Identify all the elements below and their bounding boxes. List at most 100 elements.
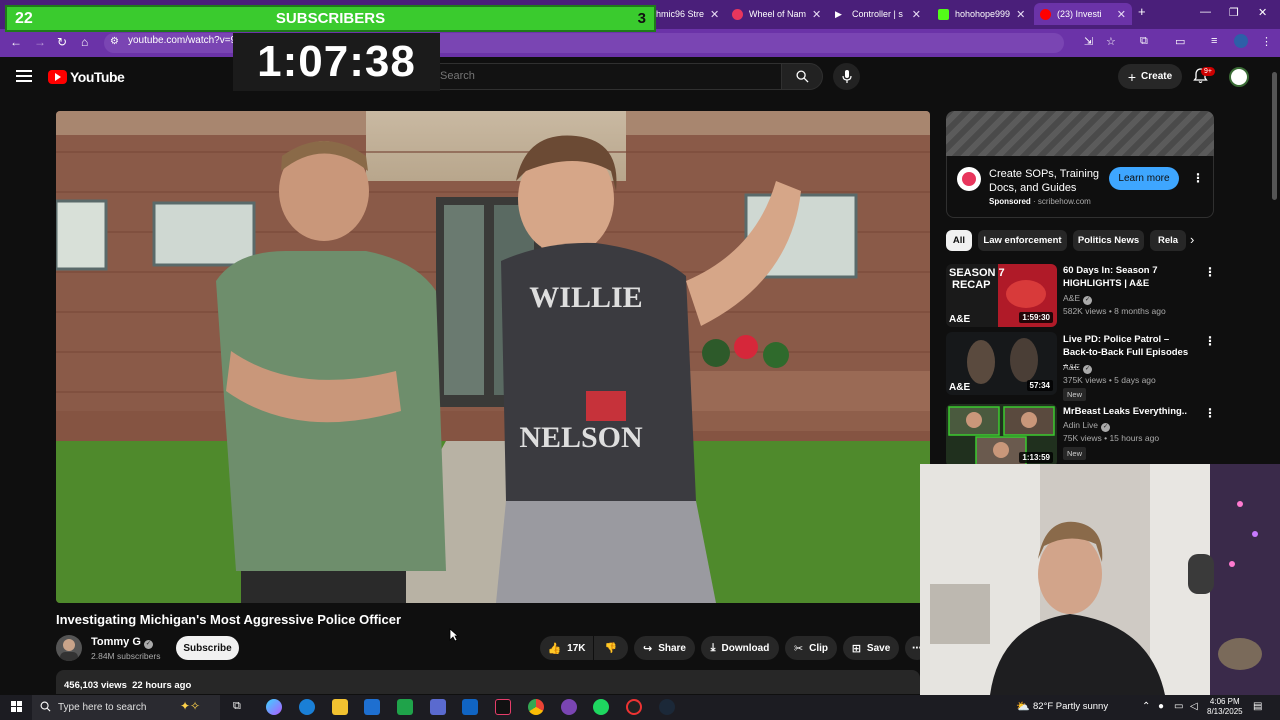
stream-timer: 1:07:38 [233, 33, 440, 91]
volume-icon[interactable]: ◁ [1190, 701, 1198, 712]
rec-menu-icon[interactable]: ⋮ [1204, 265, 1216, 279]
profile-avatar[interactable] [1234, 34, 1248, 48]
ad-title[interactable]: Create SOPs, Training Docs, and Guides [989, 167, 1109, 195]
search-button[interactable] [781, 63, 823, 90]
download-button[interactable]: ⤓ Download [701, 636, 779, 660]
ad-domain: scribehow.com [1037, 197, 1091, 206]
chip-law-enforcement[interactable]: Law enforcement [978, 230, 1067, 251]
minimize-icon[interactable]: — [1200, 6, 1211, 18]
site-info-icon[interactable]: ⚙ [110, 36, 119, 47]
youtube-icon [1040, 8, 1051, 20]
microphone-icon [841, 69, 852, 83]
tiktok-icon[interactable] [495, 699, 511, 715]
install-app-icon[interactable]: ⇲ [1084, 35, 1093, 48]
taskbar-clock[interactable]: 4:06 PM 8/13/2025 [1207, 697, 1243, 717]
clip-button[interactable]: ✂ Clip [785, 636, 837, 660]
extensions-icon[interactable]: ⧉ [1140, 35, 1148, 48]
rec-thumbnail-3[interactable]: 1:13:59 [946, 404, 1057, 467]
rec-channel-2[interactable]: A&E ✓ [1063, 362, 1093, 374]
voice-search-button[interactable] [833, 63, 860, 90]
tray-chevron-icon[interactable]: ⌃ [1142, 701, 1150, 712]
app-icon-purple[interactable] [561, 699, 577, 715]
home-icon[interactable]: ⌂ [81, 35, 88, 49]
bookmark-star-icon[interactable]: ☆ [1106, 35, 1116, 48]
window-close-icon[interactable]: ✕ [1258, 6, 1267, 19]
learn-more-button[interactable]: Learn more [1109, 167, 1179, 190]
channel-avatar[interactable] [56, 635, 82, 661]
store-icon[interactable] [364, 699, 380, 715]
dislike-button[interactable]: 👎 [594, 636, 628, 660]
tab-stream[interactable]: hmic96 Stre ✕ [650, 3, 722, 25]
spotify-icon[interactable] [593, 699, 609, 715]
verified-icon: ✓ [1083, 365, 1093, 374]
tab-kick[interactable]: hohohope999 ✕ [932, 3, 1030, 25]
tray-mic-icon[interactable]: ● [1158, 701, 1164, 712]
url-text[interactable]: youtube.com/watch?v=9( [128, 35, 239, 46]
steam-icon[interactable] [659, 699, 675, 715]
subscribe-button[interactable]: Subscribe [176, 636, 239, 660]
hamburger-menu-icon[interactable] [16, 70, 32, 82]
app-icon[interactable] [430, 699, 446, 715]
rec-thumbnail-1[interactable]: SEASON 7 RECAP A&E 1:59:30 [946, 264, 1057, 327]
create-button[interactable]: + Create [1118, 64, 1182, 89]
rec-title-1[interactable]: 60 Days In: Season 7 HIGHLIGHTS | A&E [1063, 264, 1193, 290]
chevron-right-icon[interactable]: › [1190, 232, 1194, 247]
taskbar-weather[interactable]: 82°F Partly sunny [1033, 701, 1108, 712]
new-tab-icon[interactable]: + [1138, 4, 1146, 19]
restore-icon[interactable]: ❐ [1229, 6, 1239, 19]
tab-controller[interactable]: ▶ Controller | s ✕ [829, 3, 927, 25]
chrome-icon[interactable] [528, 699, 544, 715]
tab-youtube-active[interactable]: (23) Investi ✕ [1034, 3, 1132, 25]
tab-wheel-of-names[interactable]: Wheel of Nam ✕ [726, 3, 822, 25]
reload-icon[interactable]: ↻ [57, 35, 67, 49]
page-scrollbar[interactable] [1272, 72, 1277, 200]
chip-related[interactable]: Rela [1150, 230, 1186, 251]
task-view-icon[interactable]: ⧉ [233, 700, 241, 713]
outlook-icon[interactable] [462, 699, 478, 715]
close-icon[interactable]: ✕ [906, 8, 921, 21]
browser-menu-icon[interactable]: ⋮ [1261, 35, 1272, 48]
rec-title-3[interactable]: MrBeast Leaks Everything.. [1063, 405, 1193, 418]
verified-icon: ✓ [1083, 296, 1093, 305]
verified-icon: ✓ [143, 640, 153, 649]
download-icon: ⤓ [710, 641, 716, 654]
rec-channel-1[interactable]: A&E ✓ [1063, 293, 1093, 305]
video-player[interactable]: WILLIE NELSON [56, 111, 930, 603]
close-icon[interactable]: ✕ [1111, 8, 1126, 21]
file-explorer-icon[interactable] [332, 699, 348, 715]
sidebar-icon[interactable]: ≡ [1211, 35, 1217, 47]
rec-channel-3[interactable]: Adin Live ✓ [1063, 420, 1110, 432]
save-button[interactable]: ⊞ Save [843, 636, 899, 660]
rec-menu-icon[interactable]: ⋮ [1204, 334, 1216, 348]
network-icon[interactable]: ▭ [1174, 701, 1183, 712]
ad-menu-icon[interactable]: ⋮ [1192, 171, 1204, 185]
search-input[interactable] [440, 70, 740, 82]
rec-thumbnail-2[interactable]: A&E 57:34 [946, 332, 1057, 395]
youtube-logo[interactable]: YouTube [48, 69, 125, 85]
windows-start-icon[interactable] [11, 701, 22, 712]
ad-banner-image[interactable] [946, 111, 1214, 156]
split-view-icon[interactable]: ▭ [1175, 35, 1185, 48]
obs-icon[interactable] [626, 699, 642, 715]
close-icon[interactable]: ✕ [806, 8, 821, 21]
close-icon[interactable]: ✕ [1010, 8, 1025, 21]
back-icon[interactable]: ← [10, 35, 22, 49]
chip-politics-news[interactable]: Politics News [1073, 230, 1144, 251]
weather-icon: ⛅ [1016, 701, 1030, 713]
thumbs-up-icon: 👍 [547, 642, 562, 655]
copilot-icon[interactable] [266, 699, 282, 715]
like-button[interactable]: 👍 17K [540, 636, 593, 660]
close-icon[interactable]: ✕ [704, 8, 719, 21]
subscriber-goal-bar: 22 SUBSCRIBERS 3 [5, 5, 656, 32]
ad-sponsored-line: Sponsored · scribehow.com [989, 197, 1091, 206]
notification-center-icon[interactable]: ▤ [1253, 701, 1262, 712]
forward-icon[interactable]: → [34, 35, 46, 49]
channel-name[interactable]: Tommy G ✓ [91, 636, 153, 649]
chip-all[interactable]: All [946, 230, 972, 251]
account-avatar[interactable] [1229, 67, 1249, 87]
share-button[interactable]: ↪ Share [634, 636, 695, 660]
edge-icon[interactable] [299, 699, 315, 715]
xbox-icon[interactable] [397, 699, 413, 715]
taskbar-search-text[interactable]: Type here to search [58, 702, 146, 713]
rec-menu-icon[interactable]: ⋮ [1204, 406, 1216, 420]
